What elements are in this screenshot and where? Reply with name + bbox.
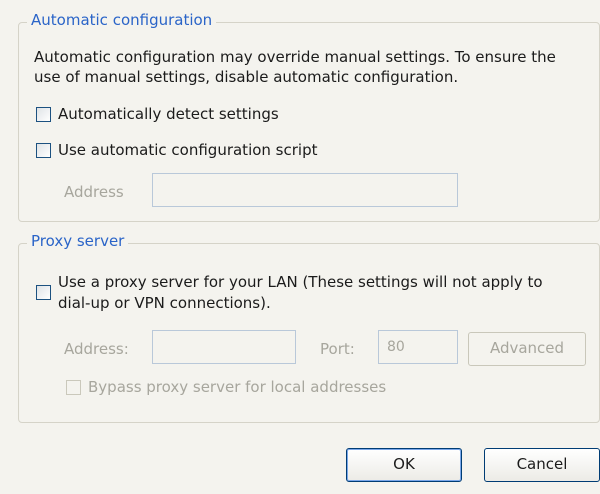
auto-script-checkbox[interactable] [36,143,51,158]
auto-address-label: Address [64,183,124,201]
proxy-port-input[interactable]: 80 [378,330,458,364]
auto-config-description-line2: use of manual settings, disable automati… [34,68,459,86]
automatic-configuration-legend: Automatic configuration [27,11,217,29]
cancel-button[interactable]: Cancel [484,448,600,482]
proxy-address-input[interactable] [152,330,296,364]
auto-detect-checkbox[interactable] [36,107,51,122]
bypass-local-label[interactable]: Bypass proxy server for local addresses [88,376,386,398]
use-proxy-checkbox[interactable] [36,285,51,300]
auto-address-input[interactable] [152,173,458,207]
bypass-local-checkbox[interactable] [66,380,81,395]
proxy-address-label: Address: [64,340,129,358]
auto-config-description-line1: Automatic configuration may override man… [34,48,556,66]
advanced-button[interactable]: Advanced [468,332,586,366]
use-proxy-label-line1[interactable]: Use a proxy server for your LAN (These s… [58,271,543,293]
auto-script-label[interactable]: Use automatic configuration script [58,139,317,161]
use-proxy-label-line2[interactable]: dial-up or VPN connections). [58,292,271,314]
proxy-port-label: Port: [320,340,355,358]
ok-button[interactable]: OK [346,448,462,482]
auto-detect-label[interactable]: Automatically detect settings [58,103,279,125]
proxy-server-legend: Proxy server [27,232,129,250]
